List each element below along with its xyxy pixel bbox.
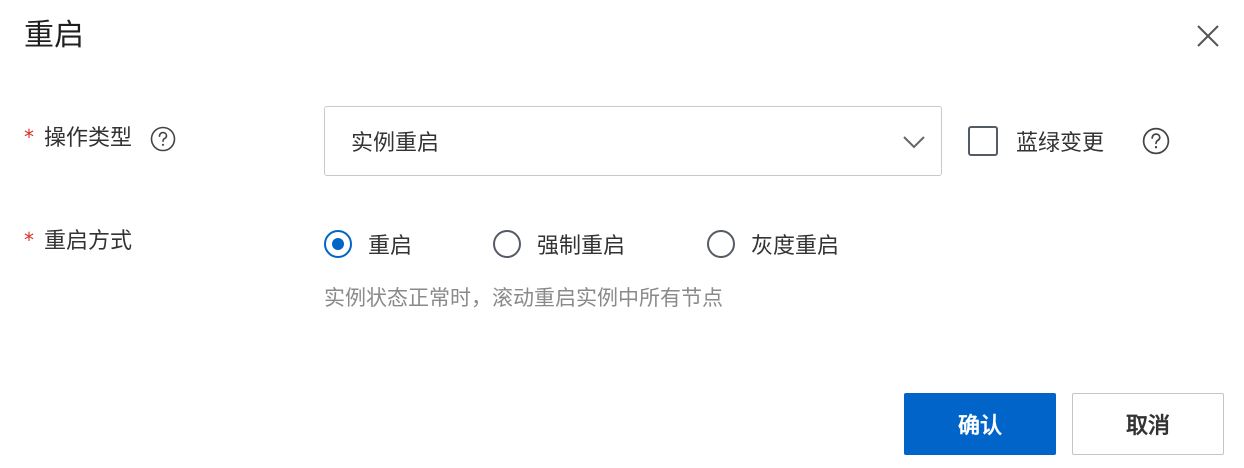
radio-restart[interactable]: 重启 [324,228,412,260]
restart-method-label-row: * 重启方式 [24,227,132,257]
operation-type-value: 实例重启 [351,131,440,156]
radio-gray-restart[interactable]: 灰度重启 [707,228,839,260]
close-icon[interactable] [1194,22,1222,50]
radio-label: 重启 [368,234,413,259]
required-mark: * [24,228,34,252]
operation-type-select[interactable]: 实例重启 [324,106,942,176]
chevron-down-icon [901,129,927,155]
radio-label: 灰度重启 [751,234,840,259]
blue-green-label: 蓝绿变更 [1016,131,1105,156]
cancel-button[interactable]: 取消 [1072,393,1224,455]
operation-type-label-row: * 操作类型 [24,124,176,154]
radio-force-restart[interactable]: 强制重启 [493,228,625,260]
radio-dot[interactable] [707,230,735,258]
operation-type-label: 操作类型 [44,126,133,151]
help-icon[interactable] [150,126,176,152]
help-icon[interactable] [1142,127,1170,155]
restart-method-label: 重启方式 [44,229,133,254]
checkbox-box[interactable] [968,126,998,156]
radio-dot[interactable] [493,230,521,258]
restart-dialog: 重启 * 操作类型 实例重启 蓝绿变更 * 重启方式 重启 强制重启 灰度重启 … [0,0,1244,468]
dialog-title: 重启 [24,18,84,53]
confirm-button[interactable]: 确认 [904,393,1056,455]
radio-label: 强制重启 [537,234,626,259]
blue-green-checkbox[interactable]: 蓝绿变更 [968,125,1104,157]
radio-dot[interactable] [324,230,352,258]
required-mark: * [24,125,34,149]
restart-method-hint: 实例状态正常时，滚动重启实例中所有节点 [324,286,723,310]
